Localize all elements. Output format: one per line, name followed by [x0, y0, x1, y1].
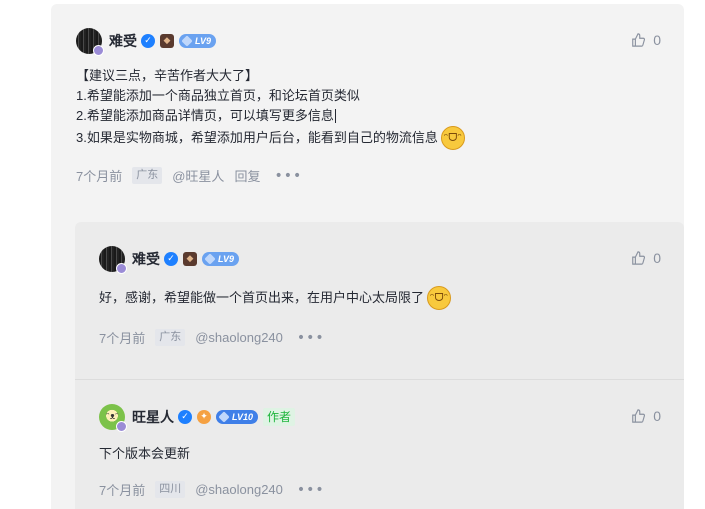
- avatar[interactable]: ᵔᴥᵔ: [99, 404, 127, 432]
- verified-icon: ✓: [141, 34, 155, 48]
- mention-link[interactable]: @旺星人: [172, 166, 224, 185]
- region-tag: 广东: [155, 329, 186, 346]
- text-caret: [334, 109, 336, 123]
- thumb-up-icon: [632, 251, 646, 265]
- reply-header: 难受 ✓ ◆ LV9: [99, 246, 661, 274]
- timestamp: 7个月前: [99, 483, 146, 498]
- level-icon: [181, 35, 193, 47]
- content-line: 1.希望能添加一个商品独立首页，和论坛首页类似: [76, 88, 360, 103]
- level-badge: LV10: [216, 410, 259, 424]
- more-options-icon[interactable]: •••: [297, 482, 325, 498]
- username[interactable]: 难受: [109, 31, 137, 51]
- thumb-up-icon: [632, 409, 646, 423]
- avatar-badge-icon: [116, 263, 127, 274]
- verified-icon: ✓: [178, 410, 192, 424]
- username[interactable]: 难受: [132, 249, 160, 269]
- medal-icon: ◆: [183, 252, 197, 266]
- thumb-up-icon: [632, 33, 646, 47]
- content-line-text: 3.如果是实物商城，希望添加用户后台，能看到自己的物流信息: [76, 130, 438, 145]
- username[interactable]: 旺星人: [132, 407, 174, 427]
- like-button[interactable]: 0: [631, 250, 661, 266]
- level-label: LV9: [195, 36, 212, 46]
- comment-item: 难受 ✓ ◆ LV9 0 【建议三点，辛苦作者大大了】 1.希望能添加一个商品独…: [76, 28, 661, 185]
- like-button[interactable]: 0: [631, 408, 661, 424]
- level-label: LV9: [218, 254, 235, 264]
- timestamp: 7个月前: [76, 169, 123, 184]
- medal-icon: ✦: [197, 410, 211, 424]
- reply-meta: 7个月前 四川 @shaolong240 •••: [99, 480, 661, 499]
- like-button[interactable]: 0: [631, 32, 661, 48]
- like-count: 0: [653, 32, 661, 48]
- avatar-badge-icon: [93, 45, 104, 56]
- medal-icon: ◆: [160, 34, 174, 48]
- avatar-face-icon: ᵔᴥᵔ: [106, 412, 119, 422]
- reply-header: ᵔᴥᵔ 旺星人 ✓ ✦ LV10 作者: [99, 404, 661, 432]
- content-line: 2.希望能添加商品详情页，可以填写更多信息: [76, 106, 661, 126]
- mention-link[interactable]: @shaolong240: [195, 330, 283, 345]
- grin-emoji-icon: ᵔᗜᵔ: [427, 286, 452, 310]
- level-label: LV10: [232, 412, 254, 422]
- content-line: 【建议三点，辛苦作者大大了】: [76, 68, 259, 83]
- region-tag: 四川: [155, 481, 186, 498]
- author-tag: 作者: [263, 408, 296, 426]
- level-icon: [204, 253, 216, 265]
- more-options-icon[interactable]: •••: [274, 168, 302, 184]
- timestamp: 7个月前: [99, 331, 146, 346]
- content-line: 3.如果是实物商城，希望添加用户后台，能看到自己的物流信息 ᵔᗜᵔ: [76, 126, 661, 150]
- level-icon: [218, 411, 230, 423]
- avatar-badge-icon: [116, 421, 127, 432]
- reply-meta: 7个月前 广东 @shaolong240 •••: [99, 328, 661, 347]
- avatar[interactable]: [76, 28, 104, 56]
- like-count: 0: [653, 250, 661, 266]
- reply-content: 下个版本会更新: [99, 444, 661, 464]
- content-line: 好，感谢，希望能做一个首页出来，在用户中心太局限了 ᵔᗜᵔ: [99, 286, 661, 310]
- level-badge: LV9: [202, 252, 240, 266]
- more-options-icon[interactable]: •••: [297, 330, 325, 346]
- verified-icon: ✓: [164, 252, 178, 266]
- divider: [75, 379, 684, 380]
- comment-header: 难受 ✓ ◆ LV9: [76, 28, 661, 56]
- level-badge: LV9: [179, 34, 217, 48]
- reply-item: ᵔᴥᵔ 旺星人 ✓ ✦ LV10 作者 0 下个版本会更新 7个月前 四川 @s…: [99, 404, 661, 499]
- content-line: 下个版本会更新: [99, 446, 191, 461]
- like-count: 0: [653, 408, 661, 424]
- avatar[interactable]: [99, 246, 127, 274]
- grin-emoji-icon: ᵔᗜᵔ: [440, 126, 465, 150]
- content-line-text: 好，感谢，希望能做一个首页出来，在用户中心太局限了: [99, 290, 425, 305]
- comment-content: 【建议三点，辛苦作者大大了】 1.希望能添加一个商品独立首页，和论坛首页类似 2…: [76, 66, 661, 150]
- reply-content: 好，感谢，希望能做一个首页出来，在用户中心太局限了 ᵔᗜᵔ: [99, 286, 661, 310]
- region-tag: 广东: [132, 167, 163, 184]
- mention-link[interactable]: @shaolong240: [195, 482, 283, 497]
- comment-meta: 7个月前 广东 @旺星人 回复 •••: [76, 166, 661, 185]
- reply-button[interactable]: 回复: [234, 166, 260, 185]
- content-line-text: 2.希望能添加商品详情页，可以填写更多信息: [76, 108, 334, 123]
- reply-item: 难受 ✓ ◆ LV9 0 好，感谢，希望能做一个首页出来，在用户中心太局限了 ᵔᗜ…: [99, 246, 661, 347]
